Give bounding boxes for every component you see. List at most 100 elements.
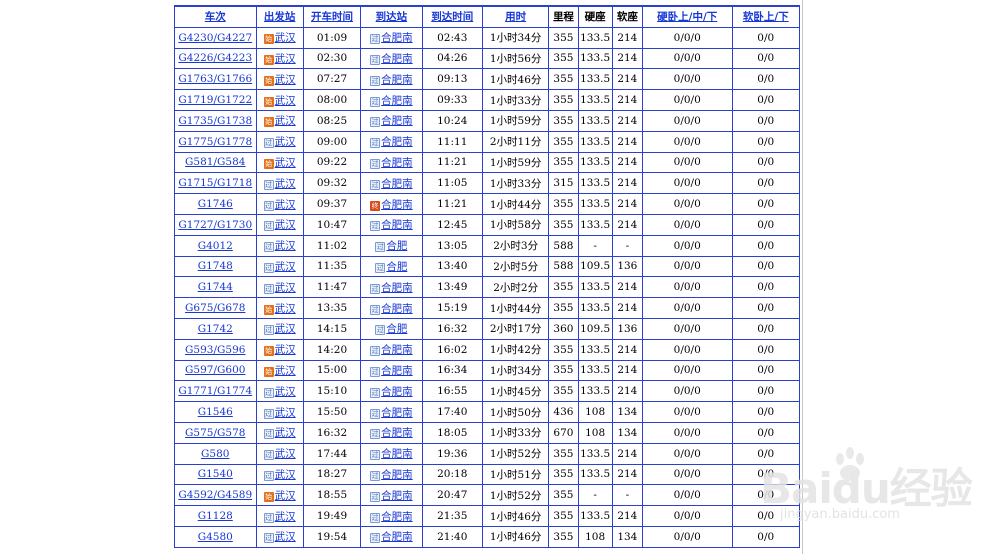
train-number[interactable]: G593/G596 [174, 338, 257, 361]
train-number[interactable]: G1540 [174, 463, 257, 486]
from-station-link[interactable]: 武汉 [275, 384, 296, 399]
col-to-link[interactable]: 到达站 [376, 11, 408, 23]
train-number-link[interactable]: G1746 [198, 198, 233, 210]
train-number-link[interactable]: G1128 [198, 510, 233, 522]
train-number[interactable]: G580 [174, 442, 257, 465]
train-number-link[interactable]: G4580 [198, 531, 233, 543]
to-station-link[interactable]: 合肥南 [381, 529, 413, 544]
to-station-link[interactable]: 合肥 [386, 238, 407, 253]
from-station-link[interactable]: 武汉 [275, 405, 296, 420]
to-station-link[interactable]: 合肥南 [381, 342, 413, 357]
to-station-link[interactable]: 合肥南 [381, 405, 413, 420]
to-station[interactable]: 过合肥南 [360, 297, 423, 319]
from-station[interactable]: 过武汉 [255, 234, 304, 257]
to-station-link[interactable]: 合肥 [386, 321, 407, 336]
from-station-link[interactable]: 武汉 [275, 280, 296, 295]
to-station[interactable]: 过合肥南 [360, 68, 423, 91]
to-station-link[interactable]: 合肥南 [381, 488, 413, 503]
train-number-link[interactable]: G4230/G4227 [178, 32, 252, 44]
col-train-link[interactable]: 车次 [205, 11, 226, 23]
from-station[interactable]: 始武汉 [255, 297, 304, 319]
from-station-link[interactable]: 武汉 [275, 51, 296, 66]
from-station[interactable]: 过武汉 [255, 255, 304, 278]
to-station[interactable]: 过合肥 [360, 234, 423, 257]
from-station-link[interactable]: 武汉 [275, 155, 296, 170]
train-number-link[interactable]: G575/G578 [185, 427, 245, 439]
train-number-link[interactable]: G1748 [198, 260, 233, 272]
from-station[interactable]: 始武汉 [255, 151, 304, 174]
train-number-link[interactable]: G1771/G1774 [178, 385, 252, 397]
to-station[interactable]: 过合肥南 [360, 89, 423, 111]
to-station[interactable]: 过合肥南 [360, 130, 423, 153]
to-station-link[interactable]: 合肥南 [381, 384, 413, 399]
to-station-link[interactable]: 合肥南 [381, 217, 413, 232]
to-station-link[interactable]: 合肥南 [381, 93, 413, 108]
from-station-link[interactable]: 武汉 [275, 238, 296, 253]
train-number[interactable]: G1771/G1774 [174, 380, 257, 403]
to-station-link[interactable]: 合肥南 [381, 176, 413, 191]
from-station[interactable]: 过武汉 [255, 463, 304, 486]
to-station[interactable]: 过合肥南 [360, 47, 423, 70]
col-dep-link[interactable]: 开车时间 [311, 11, 353, 23]
train-number-link[interactable]: G4592/G4589 [178, 489, 252, 501]
to-station[interactable]: 过合肥南 [360, 172, 423, 195]
from-station[interactable]: 过武汉 [255, 442, 304, 465]
train-number-link[interactable]: G4226/G4223 [178, 52, 252, 64]
col-ssleep-link[interactable]: 软卧上/下 [743, 11, 789, 23]
train-number[interactable]: G575/G578 [174, 421, 257, 444]
col-dur[interactable]: 用时 [481, 4, 550, 28]
train-number-link[interactable]: G1546 [198, 406, 233, 418]
from-station[interactable]: 始武汉 [255, 338, 304, 361]
to-station-link[interactable]: 合肥南 [381, 425, 413, 440]
from-station[interactable]: 过武汉 [255, 525, 304, 548]
to-station[interactable]: 过合肥南 [360, 359, 423, 382]
from-station[interactable]: 过武汉 [255, 505, 304, 527]
from-station-link[interactable]: 武汉 [275, 529, 296, 544]
to-station-link[interactable]: 合肥南 [381, 446, 413, 461]
from-station-link[interactable]: 武汉 [275, 30, 296, 45]
train-number[interactable]: G1775/G1778 [174, 130, 257, 153]
train-number-link[interactable]: G597/G600 [185, 364, 245, 376]
train-number-link[interactable]: G4012 [198, 240, 233, 252]
to-station[interactable]: 过合肥南 [360, 421, 423, 444]
train-number[interactable]: G1763/G1766 [174, 68, 257, 91]
to-station[interactable]: 过合肥 [360, 255, 423, 278]
train-number[interactable]: G1746 [174, 193, 257, 215]
train-number[interactable]: G1744 [174, 276, 257, 299]
from-station[interactable]: 始武汉 [255, 68, 304, 91]
to-station-link[interactable]: 合肥南 [381, 363, 413, 378]
to-station[interactable]: 过合肥南 [360, 380, 423, 403]
to-station-link[interactable]: 合肥南 [381, 467, 413, 482]
col-arr[interactable]: 到达时间 [421, 4, 483, 28]
from-station-link[interactable]: 武汉 [275, 509, 296, 524]
from-station-link[interactable]: 武汉 [275, 467, 296, 482]
to-station-link[interactable]: 合肥南 [381, 197, 413, 212]
train-number-link[interactable]: G1727/G1730 [178, 219, 252, 231]
col-hsleep-link[interactable]: 硬卧上/中/下 [657, 11, 717, 23]
from-station[interactable]: 过武汉 [255, 317, 304, 340]
train-number[interactable]: G4230/G4227 [174, 26, 257, 49]
train-number[interactable]: G1719/G1722 [174, 89, 257, 111]
col-to[interactable]: 到达站 [360, 4, 423, 28]
from-station-link[interactable]: 武汉 [275, 321, 296, 336]
from-station[interactable]: 过武汉 [255, 213, 304, 236]
from-station[interactable]: 过武汉 [255, 193, 304, 215]
from-station[interactable]: 过武汉 [255, 172, 304, 195]
from-station-link[interactable]: 武汉 [275, 176, 296, 191]
from-station-link[interactable]: 武汉 [275, 93, 296, 108]
from-station-link[interactable]: 武汉 [275, 301, 296, 316]
col-arr-link[interactable]: 到达时间 [431, 11, 473, 23]
from-station[interactable]: 过武汉 [255, 401, 304, 423]
to-station-link[interactable]: 合肥南 [381, 301, 413, 316]
to-station-link[interactable]: 合肥南 [381, 51, 413, 66]
from-station[interactable]: 始武汉 [255, 47, 304, 70]
train-number[interactable]: G675/G678 [174, 297, 257, 319]
from-station[interactable]: 始武汉 [255, 359, 304, 382]
col-ssleep[interactable]: 软卧上/下 [731, 4, 800, 28]
train-number[interactable]: G1715/G1718 [174, 172, 257, 195]
to-station-link[interactable]: 合肥 [386, 259, 407, 274]
col-train[interactable]: 车次 [174, 4, 257, 28]
to-station[interactable]: 过合肥南 [360, 442, 423, 465]
from-station-link[interactable]: 武汉 [275, 134, 296, 149]
train-number[interactable]: G1735/G1738 [174, 109, 257, 132]
